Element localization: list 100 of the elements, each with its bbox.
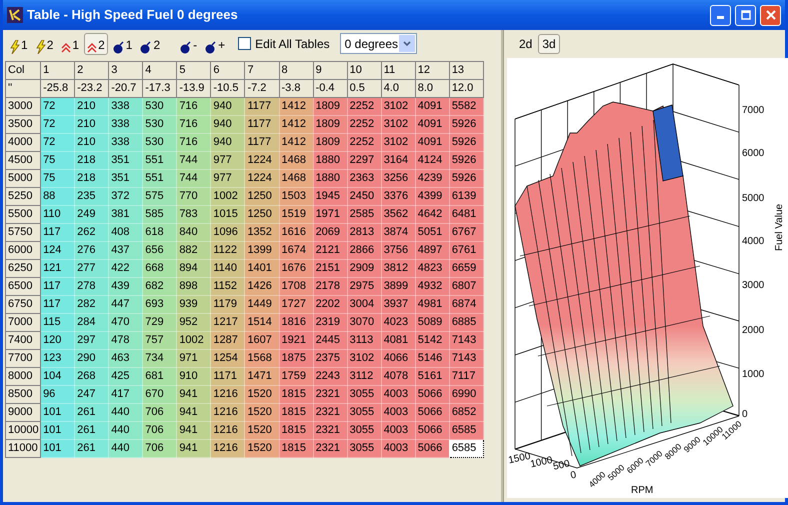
table-cell[interactable]: 2866	[347, 242, 382, 260]
table-cell[interactable]: 351	[108, 152, 143, 170]
table-cell[interactable]: 440	[108, 404, 143, 422]
table-cell[interactable]: 1177	[244, 116, 279, 134]
table-cell[interactable]: 1815	[279, 386, 314, 404]
table-cell[interactable]: 670	[142, 386, 177, 404]
table-cell[interactable]: 2321	[313, 404, 348, 422]
table-cell[interactable]: 5582	[449, 98, 484, 116]
checkbox[interactable]	[238, 37, 252, 50]
table-cell[interactable]: 120	[40, 332, 75, 350]
table-cell[interactable]: 1179	[210, 296, 245, 314]
toolbar-button[interactable]: 2	[137, 32, 164, 54]
table-cell[interactable]: 4003	[381, 440, 416, 458]
table-cell[interactable]: 1140	[210, 260, 245, 278]
table-cell[interactable]: 1759	[279, 368, 314, 386]
table-cell[interactable]: 2445	[313, 332, 348, 350]
table-cell[interactable]: 4091	[415, 134, 450, 152]
table-cell[interactable]: 5142	[415, 332, 450, 350]
toolbar-button[interactable]: 1	[7, 32, 31, 54]
table-cell[interactable]: 261	[74, 404, 109, 422]
table-cell[interactable]: 2178	[313, 278, 348, 296]
table-cell[interactable]: 1250	[244, 206, 279, 224]
table-cell[interactable]: 6659	[449, 260, 484, 278]
table-cell[interactable]: 470	[108, 314, 143, 332]
table-cell[interactable]: 910	[176, 368, 211, 386]
table-cell[interactable]: 2121	[313, 242, 348, 260]
table-cell[interactable]: 2252	[347, 134, 382, 152]
table-cell[interactable]: 2321	[313, 386, 348, 404]
table-cell[interactable]: 117	[40, 224, 75, 242]
table-cell[interactable]: 1708	[279, 278, 314, 296]
table-cell[interactable]: 941	[176, 404, 211, 422]
table-cell[interactable]: 338	[108, 98, 143, 116]
table-cell[interactable]: 5089	[415, 314, 450, 332]
table-cell[interactable]: 210	[74, 98, 109, 116]
table-cell[interactable]: 2375	[313, 350, 348, 368]
table-cell[interactable]: 1674	[279, 242, 314, 260]
table-cell[interactable]: 2363	[347, 170, 382, 188]
table-cell[interactable]: 3376	[381, 188, 416, 206]
table-cell[interactable]: 2151	[313, 260, 348, 278]
table-cell[interactable]: 7143	[449, 350, 484, 368]
table-cell[interactable]: 1217	[210, 314, 245, 332]
view-tab[interactable]: 2d	[515, 34, 536, 54]
table-cell[interactable]: 1945	[313, 188, 348, 206]
table-cell[interactable]: 2069	[313, 224, 348, 242]
table-cell[interactable]: 3102	[381, 98, 416, 116]
table-cell[interactable]: 96	[40, 386, 75, 404]
table-cell[interactable]: 3070	[347, 314, 382, 332]
table-cell[interactable]: 4078	[381, 368, 416, 386]
table-cell[interactable]: 1971	[313, 206, 348, 224]
table-cell[interactable]: 1519	[279, 206, 314, 224]
table-cell[interactable]: 6761	[449, 242, 484, 260]
table-cell[interactable]: 4023	[381, 314, 416, 332]
table-cell[interactable]: 1875	[279, 350, 314, 368]
table-cell[interactable]: 5161	[415, 368, 450, 386]
table-cell[interactable]: 4003	[381, 404, 416, 422]
table-cell[interactable]: 72	[40, 98, 75, 116]
table-cell[interactable]: 4124	[415, 152, 450, 170]
table-cell[interactable]: 478	[108, 332, 143, 350]
table-cell[interactable]: 1002	[176, 332, 211, 350]
table-cell[interactable]: 297	[74, 332, 109, 350]
toolbar-button[interactable]: 1	[110, 32, 136, 54]
table-cell[interactable]: 88	[40, 188, 75, 206]
toolbar-button[interactable]: 2	[84, 32, 108, 54]
table-cell[interactable]: 6585	[449, 422, 484, 440]
table-cell[interactable]: 2252	[347, 116, 382, 134]
table-cell[interactable]: 716	[176, 116, 211, 134]
table-cell[interactable]: 6990	[449, 386, 484, 404]
table-cell[interactable]: 1607	[244, 332, 279, 350]
table-cell[interactable]: 417	[108, 386, 143, 404]
table-cell[interactable]: 940	[210, 98, 245, 116]
table-cell[interactable]: 117	[40, 296, 75, 314]
table-cell[interactable]: 6807	[449, 278, 484, 296]
table-cell[interactable]: 2975	[347, 278, 382, 296]
table-cell[interactable]: 440	[108, 422, 143, 440]
table-cell[interactable]: 882	[176, 242, 211, 260]
table-cell[interactable]: 3102	[347, 350, 382, 368]
table-cell[interactable]: 744	[176, 170, 211, 188]
table-cell[interactable]: 757	[142, 332, 177, 350]
degrees-dropdown[interactable]: 0 degrees	[340, 33, 417, 54]
table-cell[interactable]: 6852	[449, 404, 484, 422]
table-cell[interactable]: 1224	[244, 152, 279, 170]
table-cell[interactable]: 218	[74, 152, 109, 170]
table-cell[interactable]: 3055	[347, 440, 382, 458]
table-cell[interactable]: 210	[74, 134, 109, 152]
table-cell[interactable]: 1520	[244, 386, 279, 404]
table-cell[interactable]: 1815	[279, 440, 314, 458]
table-cell[interactable]: 7143	[449, 332, 484, 350]
table-cell[interactable]: 463	[108, 350, 143, 368]
table-cell[interactable]: 1352	[244, 224, 279, 242]
table-cell[interactable]: 1412	[279, 98, 314, 116]
table-cell[interactable]: 2585	[347, 206, 382, 224]
table-cell[interactable]: 72	[40, 116, 75, 134]
table-cell[interactable]: 1809	[313, 116, 348, 134]
table-cell[interactable]: 101	[40, 404, 75, 422]
table-cell[interactable]: 551	[142, 152, 177, 170]
table-cell[interactable]: 3256	[381, 170, 416, 188]
table-cell[interactable]: 585	[142, 206, 177, 224]
table-cell[interactable]: 1177	[244, 134, 279, 152]
table-cell[interactable]: 4091	[415, 116, 450, 134]
table-cell[interactable]: 5926	[449, 170, 484, 188]
